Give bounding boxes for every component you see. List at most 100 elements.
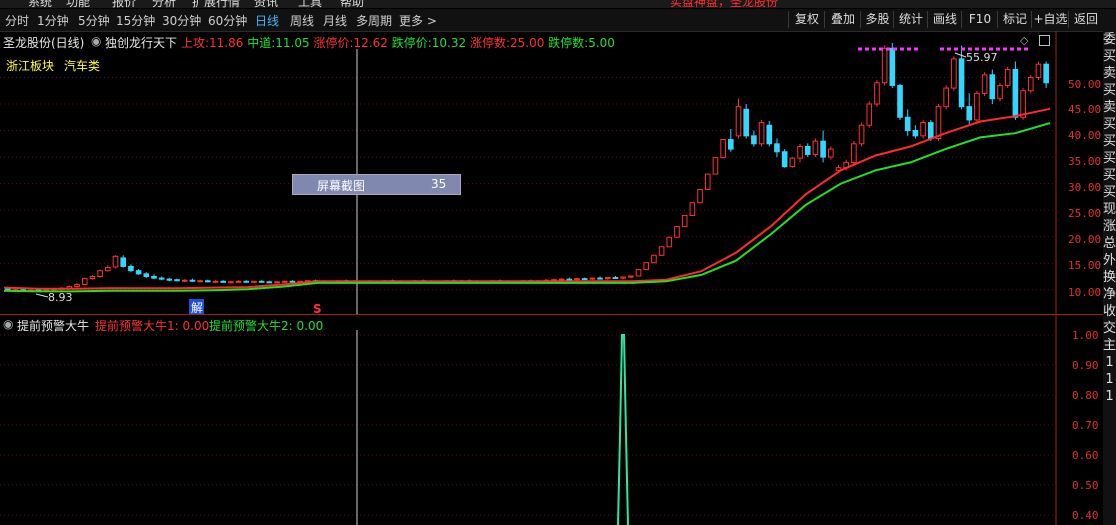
candle[interactable] (904, 116, 911, 132)
candle[interactable] (935, 106, 942, 139)
candle[interactable] (612, 277, 619, 280)
candle[interactable] (666, 236, 673, 248)
candle[interactable] (235, 280, 242, 283)
candle[interactable] (874, 82, 880, 105)
candle[interactable] (712, 157, 719, 175)
menu-tools[interactable]: 工具 (298, 0, 322, 8)
candle[interactable] (858, 124, 865, 145)
candle[interactable] (766, 124, 773, 145)
candle[interactable] (228, 281, 234, 284)
mark-button[interactable]: 标记 (997, 11, 1032, 28)
candle[interactable] (628, 275, 634, 278)
candle[interactable] (1035, 63, 1042, 78)
adjust-button[interactable]: 复权 (788, 11, 825, 28)
candle[interactable] (997, 84, 1003, 100)
tab-weekly[interactable]: 周线 (290, 12, 314, 29)
candle[interactable] (143, 273, 150, 278)
tab-monthly[interactable]: 月线 (323, 12, 347, 29)
candle[interactable] (274, 281, 280, 284)
candle[interactable] (620, 276, 626, 279)
candle[interactable] (5, 288, 11, 291)
menu-help[interactable]: 帮助 (340, 0, 364, 8)
overlay-button[interactable]: 叠加 (824, 11, 861, 28)
candle[interactable] (920, 122, 926, 137)
candle[interactable] (743, 108, 750, 137)
menu-quote[interactable]: 报价 (112, 0, 136, 8)
candle[interactable] (81, 278, 88, 285)
candle[interactable] (697, 188, 703, 204)
candle[interactable] (574, 278, 580, 281)
candle[interactable] (281, 280, 288, 283)
candle[interactable] (981, 74, 988, 94)
candle[interactable] (912, 130, 919, 137)
candle[interactable] (804, 145, 811, 155)
candle[interactable] (251, 280, 257, 283)
add-watchlist-button[interactable]: +自选 (1031, 11, 1069, 28)
candle[interactable] (174, 279, 180, 282)
candle[interactable] (658, 246, 665, 256)
candle[interactable] (581, 278, 588, 281)
statistics-button[interactable]: 统计 (893, 11, 928, 28)
tab-15min[interactable]: 15分钟 (116, 12, 155, 29)
tab-5min[interactable]: 5分钟 (78, 12, 110, 29)
candle[interactable] (735, 106, 742, 137)
candle[interactable] (812, 140, 819, 155)
candle[interactable] (558, 278, 565, 281)
candle[interactable] (797, 145, 803, 159)
candle[interactable] (105, 266, 111, 272)
draw-line-button[interactable]: 画线 (927, 11, 962, 28)
candle[interactable] (597, 277, 603, 280)
candle[interactable] (1012, 69, 1019, 118)
candle[interactable] (751, 135, 757, 145)
candle[interactable] (966, 106, 973, 121)
candle[interactable] (643, 262, 650, 271)
candle[interactable] (927, 122, 934, 139)
tab-intraday[interactable]: 分时 (5, 12, 29, 29)
candle[interactable] (166, 278, 173, 281)
multi-stock-button[interactable]: 多股 (860, 11, 894, 28)
candle[interactable] (897, 84, 903, 118)
candle[interactable] (889, 47, 896, 86)
candle[interactable] (189, 279, 196, 282)
candle[interactable] (774, 143, 780, 153)
tab-daily[interactable]: 日线 (255, 12, 279, 29)
tab-60min[interactable]: 60分钟 (208, 12, 247, 29)
menu-function[interactable]: 功能 (66, 0, 90, 8)
candle[interactable] (728, 139, 734, 150)
candle[interactable] (820, 140, 826, 158)
candle[interactable] (758, 122, 765, 145)
candle[interactable] (704, 173, 711, 190)
tab-multi-period[interactable]: 多周期 (356, 12, 392, 29)
candle[interactable] (243, 280, 250, 283)
candle[interactable] (289, 280, 296, 283)
candle[interactable] (258, 280, 265, 283)
candle[interactable] (197, 280, 203, 283)
menu-news[interactable]: 资讯 (254, 0, 278, 8)
candle[interactable] (566, 278, 573, 281)
indicator-chart[interactable] (0, 315, 1103, 525)
menu-system[interactable]: 系统 (28, 0, 52, 8)
menu-analysis[interactable]: 分析 (152, 0, 176, 8)
candle[interactable] (220, 280, 227, 283)
candle[interactable] (651, 254, 657, 264)
candle[interactable] (974, 92, 980, 121)
price-chart[interactable]: 55.97 8.93 解 S (0, 31, 1103, 315)
candle[interactable] (97, 270, 103, 278)
candle[interactable] (1027, 76, 1034, 92)
candle[interactable] (120, 257, 127, 267)
candle[interactable] (151, 276, 157, 279)
candle[interactable] (881, 47, 888, 84)
screenshot-popup[interactable]: 屏幕截图 35 (292, 174, 461, 195)
candle[interactable] (635, 269, 642, 277)
candle[interactable] (89, 276, 96, 280)
candle[interactable] (1043, 63, 1049, 84)
candle[interactable] (958, 58, 965, 108)
candle[interactable] (589, 277, 596, 280)
f10-button[interactable]: F10 (961, 11, 998, 28)
candle[interactable] (951, 58, 957, 89)
candle[interactable] (989, 74, 996, 100)
candle[interactable] (604, 277, 611, 280)
candle[interactable] (720, 139, 726, 159)
tab-1min[interactable]: 1分钟 (37, 12, 69, 29)
candle[interactable] (205, 280, 211, 283)
